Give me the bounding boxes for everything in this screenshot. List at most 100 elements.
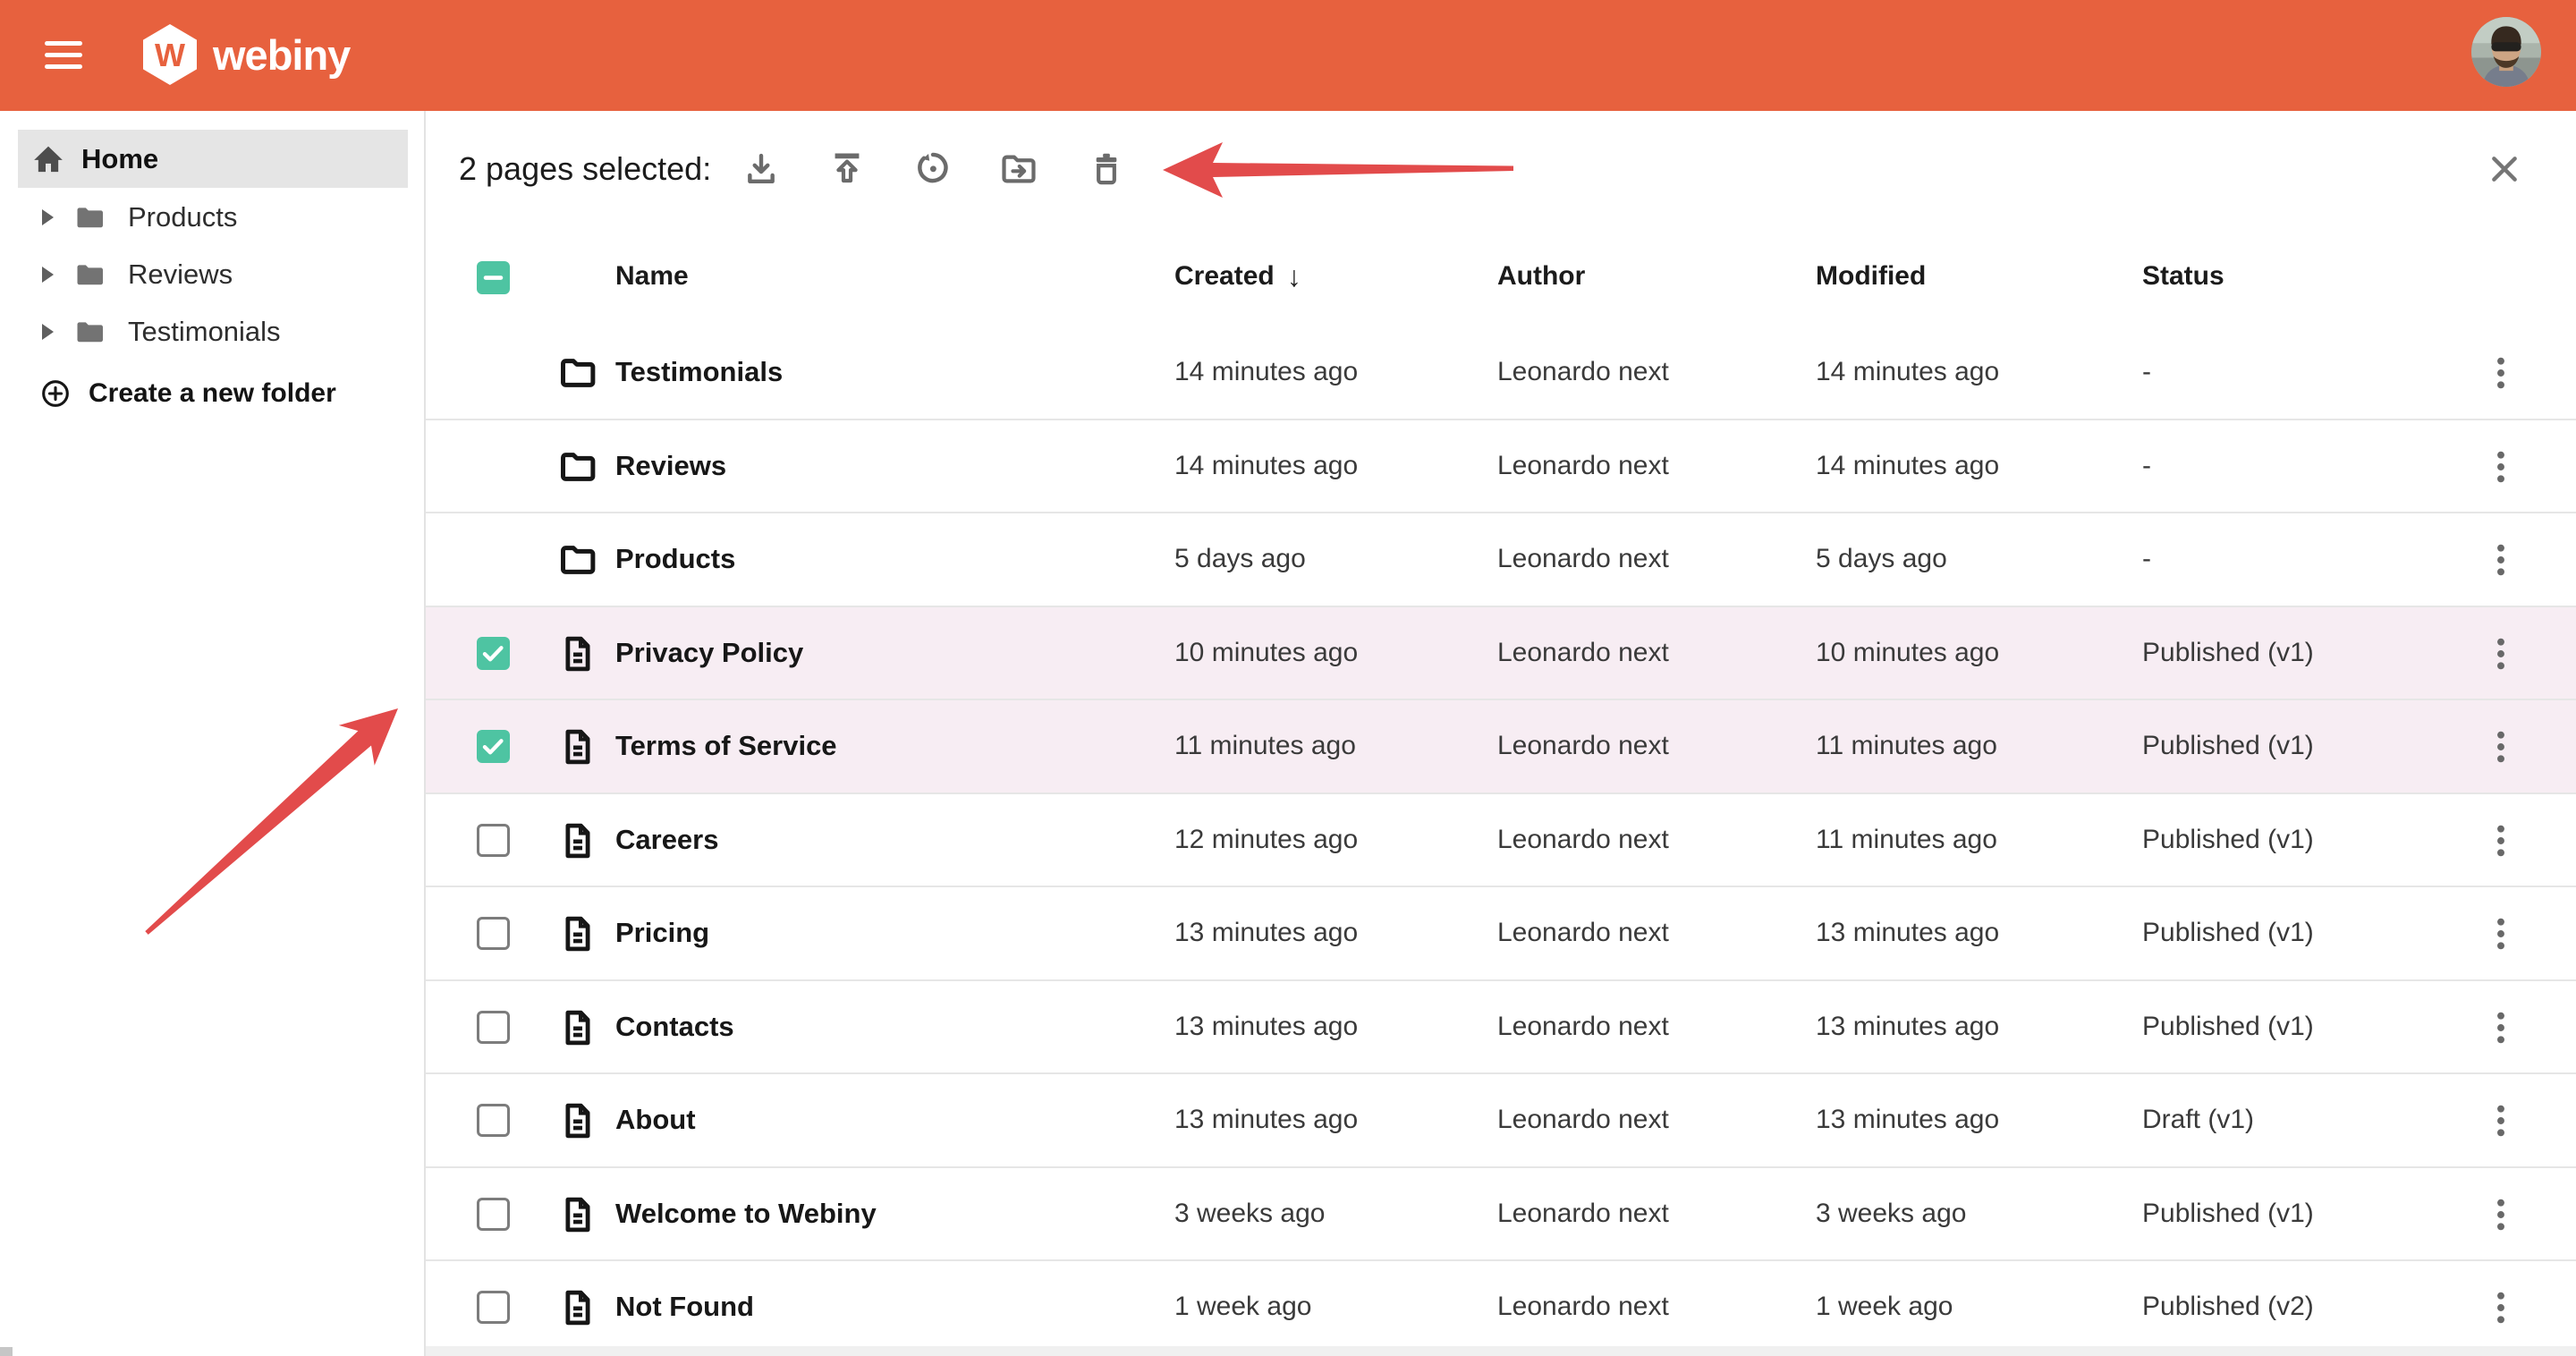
row-actions-kebab[interactable] xyxy=(2476,351,2526,395)
row-modified: 5 days ago xyxy=(1816,513,1947,605)
hamburger-menu-icon[interactable] xyxy=(45,41,82,69)
row-actions-kebab[interactable] xyxy=(2476,631,2526,676)
publish-button[interactable] xyxy=(821,143,873,195)
row-actions-kebab[interactable] xyxy=(2476,1005,2526,1050)
sidebar-item-label: Products xyxy=(128,201,237,233)
caret-right-icon[interactable] xyxy=(42,324,54,340)
column-header-modified: Modified xyxy=(1816,228,1926,325)
sidebar-item-label: Testimonials xyxy=(128,316,281,348)
table-row[interactable]: Welcome to Webiny 3 weeks ago Leonardo n… xyxy=(426,1168,2576,1262)
page-icon xyxy=(557,726,598,767)
select-all-checkbox[interactable] xyxy=(477,261,510,294)
row-status: Published (v1) xyxy=(2142,794,2314,886)
checkmark-icon xyxy=(477,637,510,670)
row-name: Products xyxy=(615,513,735,605)
row-checkbox[interactable] xyxy=(477,1198,510,1231)
row-checkbox[interactable] xyxy=(477,1011,510,1044)
row-author: Leonardo next xyxy=(1497,1261,1669,1352)
download-button[interactable] xyxy=(735,143,787,195)
kebab-dots-icon xyxy=(2479,1285,2523,1330)
row-checkbox[interactable] xyxy=(477,824,510,857)
row-status: Published (v1) xyxy=(2142,607,2314,699)
table-row[interactable]: Testimonials 14 minutes ago Leonardo nex… xyxy=(426,326,2576,420)
caret-right-icon[interactable] xyxy=(42,209,54,225)
row-created: 13 minutes ago xyxy=(1174,1074,1358,1165)
selection-count-label: 2 pages selected: xyxy=(459,111,711,226)
folder-icon xyxy=(70,201,109,233)
sidebar-folder-item[interactable]: Testimonials xyxy=(18,303,408,360)
row-actions-kebab[interactable] xyxy=(2476,911,2526,956)
row-checkbox[interactable] xyxy=(477,730,510,763)
row-modified: 13 minutes ago xyxy=(1816,981,1999,1072)
table-row[interactable]: Contacts 13 minutes ago Leonardo next 13… xyxy=(426,981,2576,1075)
row-actions-kebab[interactable] xyxy=(2476,445,2526,489)
next-row-edge xyxy=(426,1346,2576,1356)
row-actions-kebab[interactable] xyxy=(2476,1098,2526,1143)
row-actions-kebab[interactable] xyxy=(2476,725,2526,769)
row-status: - xyxy=(2142,420,2151,512)
move-to-folder-button[interactable] xyxy=(993,143,1045,195)
row-author: Leonardo next xyxy=(1497,794,1669,886)
table-row[interactable]: Privacy Policy 10 minutes ago Leonardo n… xyxy=(426,607,2576,701)
kebab-dots-icon xyxy=(2479,911,2523,956)
caret-right-icon[interactable] xyxy=(42,267,54,283)
app-header: W webiny xyxy=(0,0,2576,111)
kebab-dots-icon xyxy=(2479,818,2523,863)
row-actions-kebab[interactable] xyxy=(2476,1285,2526,1330)
kebab-dots-icon xyxy=(2479,445,2523,489)
user-avatar[interactable] xyxy=(2471,17,2541,87)
delete-button[interactable] xyxy=(1080,143,1132,195)
sort-desc-icon: ↓ xyxy=(1287,260,1301,293)
row-checkbox[interactable] xyxy=(477,1291,510,1324)
column-header-created[interactable]: Created ↓ xyxy=(1174,228,1301,325)
table-header: Name Created ↓ Author Modified Status xyxy=(426,228,2576,328)
row-modified: 13 minutes ago xyxy=(1816,1074,1999,1165)
row-author: Leonardo next xyxy=(1497,607,1669,699)
table-row[interactable]: Products 5 days ago Leonardo next 5 days… xyxy=(426,513,2576,607)
avatar-photo xyxy=(2471,17,2541,87)
sidebar-item-home[interactable]: Home xyxy=(18,130,408,188)
row-checkbox[interactable] xyxy=(477,637,510,670)
table-row[interactable]: Reviews 14 minutes ago Leonardo next 14 … xyxy=(426,420,2576,514)
scrollbar-corner xyxy=(0,1347,13,1356)
table-row[interactable]: Pricing 13 minutes ago Leonardo next 13 … xyxy=(426,887,2576,981)
row-actions-kebab[interactable] xyxy=(2476,818,2526,863)
sidebar-folder-item[interactable]: Reviews xyxy=(18,246,408,303)
page-icon xyxy=(557,1100,598,1141)
folder-icon xyxy=(557,352,598,394)
close-selection-button[interactable] xyxy=(2478,142,2531,196)
row-author: Leonardo next xyxy=(1497,420,1669,512)
sidebar-folder-item[interactable]: Products xyxy=(18,189,408,246)
row-name: Reviews xyxy=(615,420,726,512)
restore-icon xyxy=(912,148,953,190)
row-created: 14 minutes ago xyxy=(1174,326,1358,418)
row-author: Leonardo next xyxy=(1497,700,1669,792)
row-checkbox[interactable] xyxy=(477,1104,510,1137)
row-name: Contacts xyxy=(615,981,734,1072)
row-status: Published (v1) xyxy=(2142,887,2314,979)
table-row[interactable]: Not Found 1 week ago Leonardo next 1 wee… xyxy=(426,1261,2576,1355)
kebab-dots-icon xyxy=(2479,725,2523,769)
row-created: 10 minutes ago xyxy=(1174,607,1358,699)
row-actions-kebab[interactable] xyxy=(2476,538,2526,582)
webiny-hexagon-icon: W xyxy=(143,24,197,85)
download-icon xyxy=(741,148,782,190)
restore-button[interactable] xyxy=(907,143,959,195)
row-checkbox[interactable] xyxy=(477,917,510,950)
create-new-folder-button[interactable]: Create a new folder xyxy=(18,366,408,421)
row-created: 13 minutes ago xyxy=(1174,981,1358,1072)
table-row[interactable]: Terms of Service 11 minutes ago Leonardo… xyxy=(426,700,2576,794)
row-name: Careers xyxy=(615,794,718,886)
kebab-dots-icon xyxy=(2479,351,2523,395)
home-icon xyxy=(30,141,67,177)
folder-icon xyxy=(70,258,109,291)
folder-icon xyxy=(557,539,598,581)
folder-tree: Products Reviews Testimonials xyxy=(18,189,408,360)
table-row[interactable]: Careers 12 minutes ago Leonardo next 11 … xyxy=(426,794,2576,888)
page-list-panel: 2 pages selected: xyxy=(426,111,2576,1356)
row-created: 14 minutes ago xyxy=(1174,420,1358,512)
row-created: 5 days ago xyxy=(1174,513,1306,605)
table-row[interactable]: About 13 minutes ago Leonardo next 13 mi… xyxy=(426,1074,2576,1168)
row-actions-kebab[interactable] xyxy=(2476,1192,2526,1237)
trash-icon xyxy=(1086,148,1127,190)
